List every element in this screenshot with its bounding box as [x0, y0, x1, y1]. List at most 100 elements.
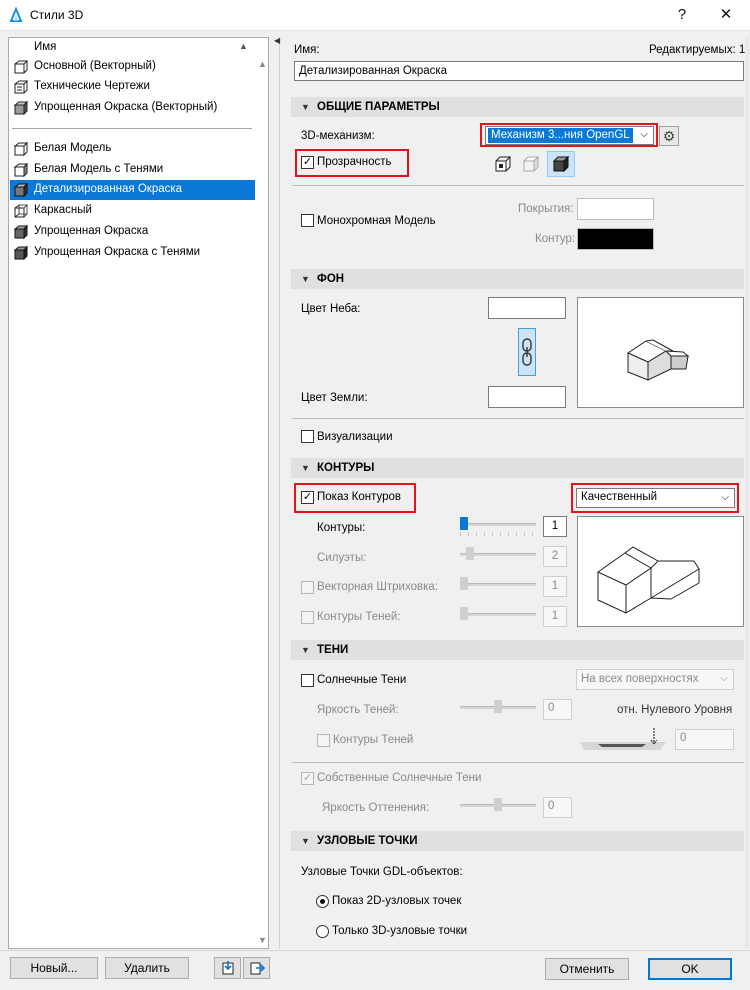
sun-shadows-label[interactable]: Солнечные Тени [317, 674, 406, 686]
list-item[interactable]: Белая Модель [10, 139, 255, 159]
window-title: Стили 3D [30, 8, 84, 22]
slider-thumb[interactable] [466, 547, 474, 560]
section-shadows[interactable]: ▼ ТЕНИ [291, 640, 744, 660]
chevron-down-icon: ⌵ [720, 673, 728, 684]
name-label: Имя: [294, 44, 320, 56]
list-item-selected[interactable]: Детализированная Окраска [10, 180, 255, 200]
chevron-down-icon: ⌵ [640, 129, 648, 140]
section-hotspots[interactable]: ▼ УЗЛОВЫЕ ТОЧКИ [291, 831, 744, 851]
import-button[interactable] [214, 957, 241, 979]
contours-width-value[interactable]: 1 [543, 516, 567, 537]
ok-button[interactable]: OK [648, 958, 732, 980]
scroll-up-icon[interactable]: ▲ [258, 59, 267, 69]
house-outline-preview-icon [597, 546, 700, 614]
shadow-contour-lines-checkbox[interactable] [317, 734, 330, 747]
collapse-icon: ▼ [301, 645, 310, 655]
shadow-surfaces-dropdown[interactable]: На всех поверхностях ⌵ [576, 669, 734, 690]
radio-2d-hotspots[interactable] [316, 895, 329, 908]
list-item-label: Упрощенная Окраска (Векторный) [34, 101, 218, 113]
own-sun-shadows-checkbox[interactable]: ✓ [301, 772, 314, 785]
contours-width-slider[interactable] [460, 523, 536, 526]
engine-dropdown[interactable]: Механизм 3...ния OpenGL ⌵ [485, 126, 654, 145]
list-item[interactable]: Упрощенная Окраска с Тенями [10, 243, 255, 263]
chevron-down-icon: ⌵ [721, 492, 729, 503]
scroll-down-icon[interactable]: ▼ [258, 935, 267, 945]
list-item[interactable]: Упрощенная Окраска [10, 222, 255, 242]
close-button[interactable]: ✕ [712, 4, 740, 26]
shadow-contours-slider[interactable] [460, 613, 536, 616]
list-item-label: Упрощенная Окраска [34, 225, 149, 237]
render-label[interactable]: Визуализации [317, 431, 393, 443]
silhouettes-value[interactable]: 2 [543, 546, 567, 567]
slider-thumb[interactable] [494, 700, 502, 713]
name-field[interactable]: Детализированная Окраска [294, 61, 744, 81]
slider-thumb[interactable] [494, 798, 502, 811]
show-contours-label[interactable]: Показ Контуров [317, 491, 401, 503]
sort-arrow-icon[interactable]: ▲ [239, 41, 248, 51]
slider-thumb[interactable] [460, 607, 468, 620]
link-colors-button[interactable] [518, 328, 536, 376]
contour-color-swatch[interactable] [577, 228, 654, 250]
show-contours-checkbox[interactable]: ✓ [301, 491, 314, 504]
ground-color-swatch[interactable] [488, 386, 566, 408]
contour-quality-dropdown[interactable]: Качественный ⌵ [576, 488, 735, 508]
radio-2d-hotspots-label[interactable]: Показ 2D-узловых точек [332, 895, 461, 907]
render-checkbox[interactable] [301, 430, 314, 443]
engine-settings-button[interactable]: ⚙ [659, 126, 679, 146]
new-button[interactable]: Новый... [10, 957, 98, 979]
export-icon [250, 962, 265, 975]
zero-level-label: отн. Нулевого Уровня [617, 704, 733, 716]
shade-brightness-value[interactable]: 0 [543, 797, 572, 818]
vector-hatch-checkbox[interactable] [301, 581, 314, 594]
section-contours[interactable]: ▼ КОНТУРЫ [291, 458, 744, 478]
transparency-label[interactable]: Прозрачность [317, 156, 392, 168]
shadow-contour-lines-label: Контуры Теней [333, 734, 414, 746]
shadow-surfaces-value: На всех поверхностях [581, 673, 699, 685]
list-item[interactable]: Каркасный [10, 201, 255, 221]
transparency-checkbox[interactable]: ✓ [301, 156, 314, 169]
list-item[interactable]: Упрощенная Окраска (Векторный) [10, 98, 255, 118]
cancel-button[interactable]: Отменить [545, 958, 629, 980]
delete-button[interactable]: Удалить [105, 957, 189, 979]
mono-label[interactable]: Монохромная Модель [317, 215, 436, 227]
shade-brightness-label: Яркость Оттенения: [322, 802, 430, 814]
vector-hatch-slider[interactable] [460, 583, 536, 586]
list-item[interactable]: Технические Чертежи [10, 77, 255, 97]
style-simple-shading-icon [13, 100, 29, 116]
collapse-icon: ▼ [301, 836, 310, 846]
style-wireframe-icon [14, 204, 28, 218]
shadow-contours-checkbox[interactable] [301, 611, 314, 624]
section-general[interactable]: ▼ ОБЩИЕ ПАРАМЕТРЫ [291, 97, 744, 117]
mono-checkbox[interactable] [301, 214, 314, 227]
right-scrollbar[interactable] [745, 37, 749, 949]
shadow-contours-value[interactable]: 1 [543, 606, 567, 627]
list-header-name[interactable]: Имя [34, 41, 56, 53]
radio-3d-hotspots-label[interactable]: Только 3D-узловые точки [332, 925, 467, 937]
mode-button-3-active[interactable] [547, 151, 575, 177]
radio-3d-hotspots[interactable] [316, 925, 329, 938]
section-background[interactable]: ▼ ФОН [291, 269, 744, 289]
sun-shadows-checkbox[interactable] [301, 674, 314, 687]
style-simple-shadow-icon [13, 245, 29, 261]
section-title: ОБЩИЕ ПАРАМЕТРЫ [317, 101, 440, 113]
shadow-level-value[interactable]: 0 [675, 729, 734, 750]
shadow-brightness-value[interactable]: 0 [543, 699, 572, 720]
splitter[interactable] [279, 37, 280, 949]
coverage-color-swatch[interactable] [577, 198, 654, 220]
list-item[interactable]: Белая Модель с Тенями [10, 160, 255, 180]
vector-hatch-value[interactable]: 1 [543, 576, 567, 597]
list-item[interactable]: Основной (Векторный) [10, 57, 255, 77]
export-button[interactable] [243, 957, 270, 979]
sky-color-swatch[interactable] [488, 297, 566, 319]
collapse-arrow-icon[interactable]: ◀ [274, 36, 280, 45]
help-button[interactable]: ? [668, 4, 696, 26]
list-item-label: Упрощенная Окраска с Тенями [34, 246, 201, 258]
slider-thumb[interactable] [460, 577, 468, 590]
style-white-shadow-icon [13, 162, 29, 178]
list-item-label: Основной (Векторный) [34, 60, 156, 72]
mode-button-2[interactable] [520, 153, 542, 175]
list-item-label: Белая Модель с Тенями [34, 163, 164, 175]
mode-button-1[interactable] [492, 153, 514, 175]
list-item-label: Детализированная Окраска [34, 183, 183, 195]
slider-thumb[interactable] [460, 517, 468, 530]
